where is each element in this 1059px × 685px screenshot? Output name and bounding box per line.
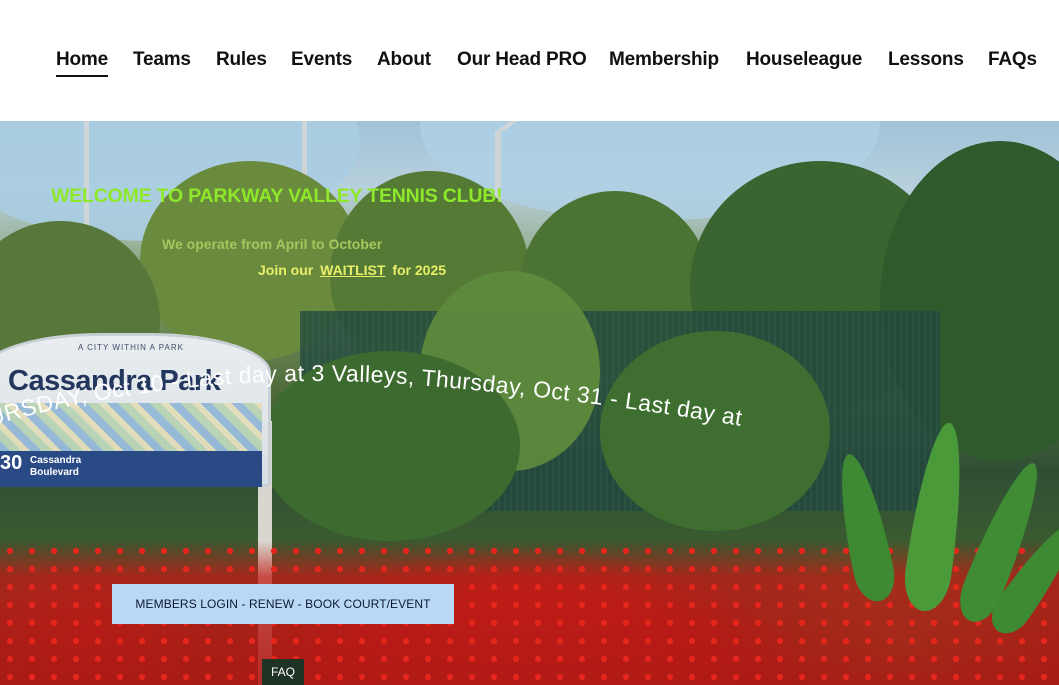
svg-text:URSDAY, Oct 10 - Last day at: URSDAY, Oct 10 - Last day at 3 Valleys, … [0, 360, 744, 431]
nav-houseleague[interactable]: Houseleague [746, 47, 862, 73]
marquee-text: URSDAY, Oct 10 - Last day at 3 Valleys, … [0, 360, 744, 431]
announcement-marquee: URSDAY, Oct 10 - Last day at 3 Valleys, … [0, 346, 808, 476]
nav-head-pro[interactable]: Our Head PRO [457, 47, 587, 73]
nav-faqs[interactable]: FAQs [988, 47, 1037, 73]
waitlist-prefix: Join our [258, 262, 314, 278]
season-text: We operate from April to October [162, 236, 383, 252]
site-header: Home Teams Rules Events About Our Head P… [0, 0, 1059, 121]
hero-banner: A CITY WITHIN A PARK Cassandra Park 30 C… [0, 121, 1059, 685]
nav-events[interactable]: Events [291, 47, 352, 73]
waitlist-line: Join our WAITLIST for 2025 [258, 262, 446, 278]
members-login-button[interactable]: MEMBERS LOGIN - RENEW - BOOK COURT/EVENT [112, 584, 454, 624]
nav-teams[interactable]: Teams [133, 47, 191, 73]
nav-lessons[interactable]: Lessons [888, 47, 964, 73]
welcome-heading: WELCOME TO PARKWAY VALLEY TENNIS CLUB! [51, 185, 503, 207]
nav-about[interactable]: About [377, 47, 431, 73]
waitlist-link[interactable]: WAITLIST [320, 262, 385, 278]
nav-rules[interactable]: Rules [216, 47, 267, 73]
waitlist-suffix: for 2025 [392, 262, 447, 278]
nav-home[interactable]: Home [56, 47, 108, 77]
nav-membership[interactable]: Membership [609, 47, 719, 73]
marquee-curved-text: URSDAY, Oct 10 - Last day at 3 Valleys, … [0, 360, 744, 431]
faq-button[interactable]: FAQ [262, 659, 304, 685]
main-nav: Home Teams Rules Events About Our Head P… [0, 47, 1059, 77]
